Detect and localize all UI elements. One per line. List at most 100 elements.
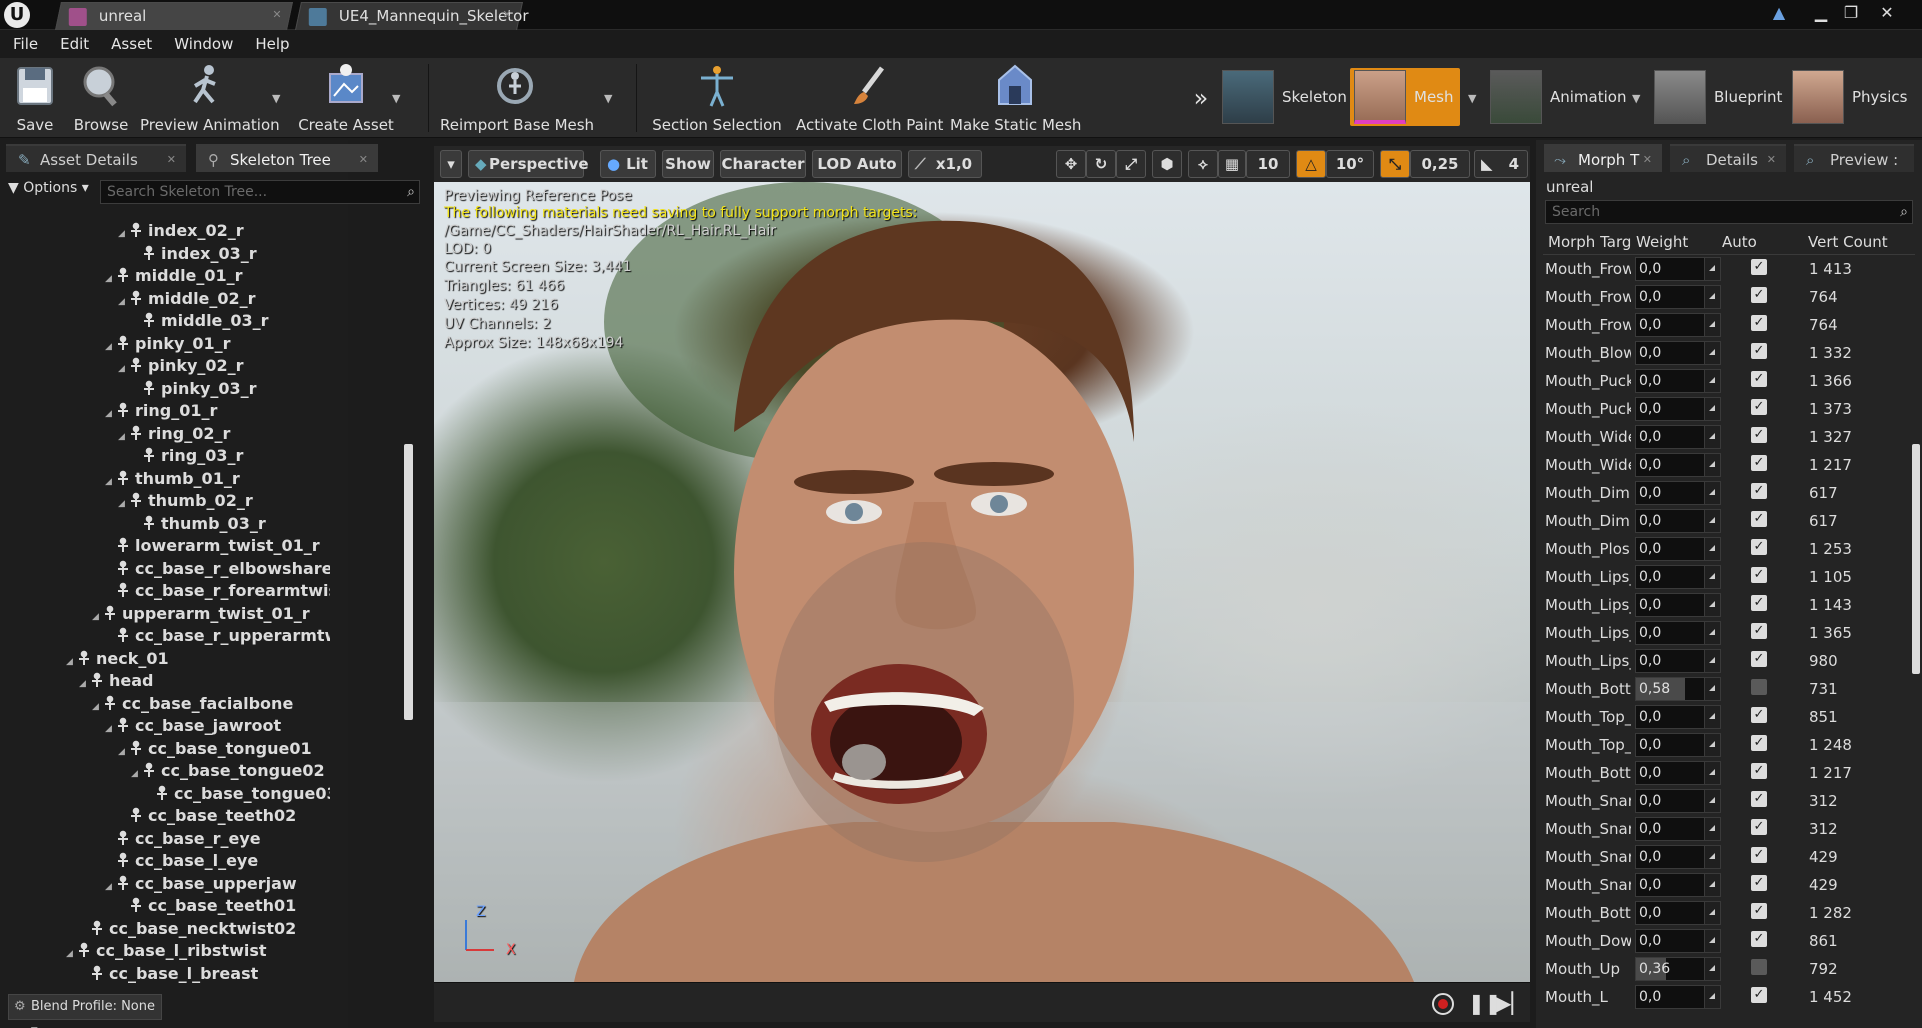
auto-checkbox[interactable]: ✓ bbox=[1751, 791, 1767, 807]
weight-spinbox[interactable]: 0,0 bbox=[1635, 341, 1721, 365]
search-icon[interactable]: ⌕ bbox=[407, 181, 415, 203]
rotation-snap-value[interactable]: 10° bbox=[1326, 150, 1374, 178]
weight-spinbox[interactable]: 0,0 bbox=[1635, 901, 1721, 925]
auto-checkbox[interactable]: ✓ bbox=[1751, 567, 1767, 583]
morph-target-row[interactable]: Mouth_Plosive 0,0 ✓ 1 253 bbox=[1543, 536, 1915, 564]
weight-spinbox[interactable]: 0,0 bbox=[1635, 509, 1721, 533]
weight-spinbox[interactable]: 0,0 bbox=[1635, 537, 1721, 561]
auto-checkbox[interactable]: ✓ bbox=[1751, 427, 1767, 443]
weight-spinbox[interactable]: 0,58 bbox=[1635, 677, 1721, 701]
resize-handle-icon[interactable] bbox=[1704, 258, 1720, 280]
morph-target-row[interactable]: Mouth_Lips_ 0,0 ✓ 980 bbox=[1543, 648, 1915, 676]
chevron-down-icon[interactable]: ▼ bbox=[392, 92, 400, 105]
tree-node[interactable]: ◢ head bbox=[79, 670, 154, 692]
resize-handle-icon[interactable] bbox=[1704, 958, 1720, 980]
tab-asset-details[interactable]: ✎ Asset Details ✕ bbox=[6, 144, 186, 172]
expand-arrow-icon[interactable]: ◢ bbox=[118, 358, 130, 380]
weight-spinbox[interactable]: 0,0 bbox=[1635, 453, 1721, 477]
morph-target-row[interactable]: Mouth_Frown 0,0 ✓ 1 413 bbox=[1543, 256, 1915, 284]
chevron-down-icon[interactable]: ▼ bbox=[1468, 92, 1476, 105]
tree-node[interactable]: index_03_r bbox=[131, 243, 257, 265]
scale-snap-button[interactable]: ⤡ bbox=[1380, 150, 1410, 178]
source-control-icon[interactable]: ▲ bbox=[1766, 2, 1792, 24]
viewport-options-button[interactable]: ▾ bbox=[440, 150, 462, 178]
resize-handle-icon[interactable] bbox=[1704, 734, 1720, 756]
camera-speed-button[interactable]: ◣ 4 bbox=[1474, 150, 1528, 178]
tab-details[interactable]: ⌕ Details ✕ bbox=[1670, 144, 1786, 172]
morph-target-row[interactable]: Mouth_Snarl 0,0 ✓ 312 bbox=[1543, 788, 1915, 816]
tree-node[interactable]: cc_base_l_eye bbox=[105, 850, 258, 872]
tree-node[interactable]: pinky_03_r bbox=[131, 378, 257, 400]
morph-target-row[interactable]: Mouth_Widen 0,0 ✓ 1 327 bbox=[1543, 424, 1915, 452]
menu-file[interactable]: File bbox=[2, 30, 49, 58]
resize-handle-icon[interactable] bbox=[1704, 482, 1720, 504]
column-header-morph-target[interactable]: Morph Targ bbox=[1548, 230, 1631, 254]
morph-target-row[interactable]: Mouth_Bottom 0,58 731 bbox=[1543, 676, 1915, 704]
auto-checkbox[interactable] bbox=[1751, 679, 1767, 695]
auto-checkbox[interactable]: ✓ bbox=[1751, 623, 1767, 639]
resize-handle-icon[interactable] bbox=[1704, 538, 1720, 560]
resize-handle-icon[interactable] bbox=[1704, 650, 1720, 672]
weight-spinbox[interactable]: 0,0 bbox=[1635, 621, 1721, 645]
auto-checkbox[interactable]: ✓ bbox=[1751, 763, 1767, 779]
weight-spinbox[interactable]: 0,0 bbox=[1635, 929, 1721, 953]
weight-spinbox[interactable]: 0,0 bbox=[1635, 761, 1721, 785]
section-selection-button[interactable]: Section Selection bbox=[650, 58, 784, 138]
resize-handle-icon[interactable] bbox=[1704, 594, 1720, 616]
weight-spinbox[interactable]: 0,0 bbox=[1635, 369, 1721, 393]
expand-arrow-icon[interactable]: ◢ bbox=[118, 223, 130, 245]
weight-spinbox[interactable]: 0,0 bbox=[1635, 817, 1721, 841]
expand-arrow-icon[interactable]: ◢ bbox=[118, 426, 130, 448]
speed-button[interactable]: ⟋ x1,0 bbox=[908, 150, 982, 178]
morph-target-row[interactable]: Mouth_Lips_ 0,0 ✓ 1 365 bbox=[1543, 620, 1915, 648]
lod-button[interactable]: LOD Auto bbox=[812, 150, 902, 178]
weight-spinbox[interactable]: 0,0 bbox=[1635, 873, 1721, 897]
auto-checkbox[interactable]: ✓ bbox=[1751, 875, 1767, 891]
column-header-vert-count[interactable]: Vert Count bbox=[1808, 230, 1888, 254]
mode-blueprint[interactable]: Blueprint bbox=[1654, 68, 1784, 126]
weight-spinbox[interactable]: 0,0 bbox=[1635, 397, 1721, 421]
mode-mesh[interactable]: Mesh bbox=[1350, 68, 1460, 126]
auto-checkbox[interactable]: ✓ bbox=[1751, 931, 1767, 947]
auto-checkbox[interactable]: ✓ bbox=[1751, 539, 1767, 555]
tree-node[interactable]: ◢ thumb_02_r bbox=[118, 490, 253, 512]
chevron-down-icon[interactable]: ▼ bbox=[604, 92, 612, 105]
resize-handle-icon[interactable] bbox=[1704, 342, 1720, 364]
tree-node[interactable]: ◢ middle_01_r bbox=[105, 265, 243, 287]
morph-list-scrollbar[interactable] bbox=[1912, 444, 1920, 674]
record-button[interactable] bbox=[1432, 993, 1454, 1015]
morph-target-row[interactable]: Mouth_Blow 0,0 ✓ 1 332 bbox=[1543, 340, 1915, 368]
weight-spinbox[interactable]: 0,0 bbox=[1635, 481, 1721, 505]
expand-arrow-icon[interactable]: ◢ bbox=[118, 493, 130, 515]
tree-node[interactable]: cc_base_r_elbowsharebone bbox=[105, 558, 330, 580]
perspective-button[interactable]: ◆ Perspective bbox=[468, 150, 589, 178]
auto-checkbox[interactable]: ✓ bbox=[1751, 511, 1767, 527]
tree-node[interactable]: ◢ thumb_01_r bbox=[105, 468, 240, 490]
rotation-snap-button[interactable]: △ bbox=[1296, 150, 1326, 178]
scale-snap-value[interactable]: 0,25 bbox=[1410, 150, 1470, 178]
tree-node[interactable]: cc_base_teeth02 bbox=[118, 805, 296, 827]
tree-node[interactable]: ◢ cc_base_facialbone bbox=[92, 693, 293, 715]
weight-spinbox[interactable]: 0,0 bbox=[1635, 705, 1721, 729]
reimport-base-mesh-button[interactable]: Reimport Base Mesh bbox=[440, 58, 594, 138]
weight-spinbox[interactable]: 0,0 bbox=[1635, 845, 1721, 869]
tree-node[interactable]: cc_base_r_forearmtwist01 bbox=[105, 580, 330, 602]
tree-node[interactable]: cc_base_r_upperarmtwist02 bbox=[105, 625, 330, 647]
resize-handle-icon[interactable] bbox=[1704, 510, 1720, 532]
expand-arrow-icon[interactable]: ◢ bbox=[79, 673, 91, 695]
resize-handle-icon[interactable] bbox=[1704, 454, 1720, 476]
document-tab-unreal[interactable]: unreal ✕ bbox=[55, 2, 293, 30]
step-forward-button[interactable]: ▶▏ bbox=[1496, 991, 1527, 1015]
tree-node[interactable]: ◢ neck_01 bbox=[66, 648, 169, 670]
weight-spinbox[interactable]: 0,0 bbox=[1635, 733, 1721, 757]
morph-target-row[interactable]: Mouth_Widen 0,0 ✓ 1 217 bbox=[1543, 452, 1915, 480]
tree-node[interactable]: ◢ pinky_02_r bbox=[118, 355, 244, 377]
expand-arrow-icon[interactable]: ◢ bbox=[92, 606, 104, 628]
auto-checkbox[interactable]: ✓ bbox=[1751, 595, 1767, 611]
auto-checkbox[interactable]: ✓ bbox=[1751, 287, 1767, 303]
grid-size-value[interactable]: 10 bbox=[1246, 150, 1290, 178]
auto-checkbox[interactable]: ✓ bbox=[1751, 371, 1767, 387]
morph-target-row[interactable]: Mouth_Top_ 0,0 ✓ 1 248 bbox=[1543, 732, 1915, 760]
close-icon[interactable]: ✕ bbox=[359, 146, 368, 174]
weight-spinbox[interactable]: 0,0 bbox=[1635, 257, 1721, 281]
